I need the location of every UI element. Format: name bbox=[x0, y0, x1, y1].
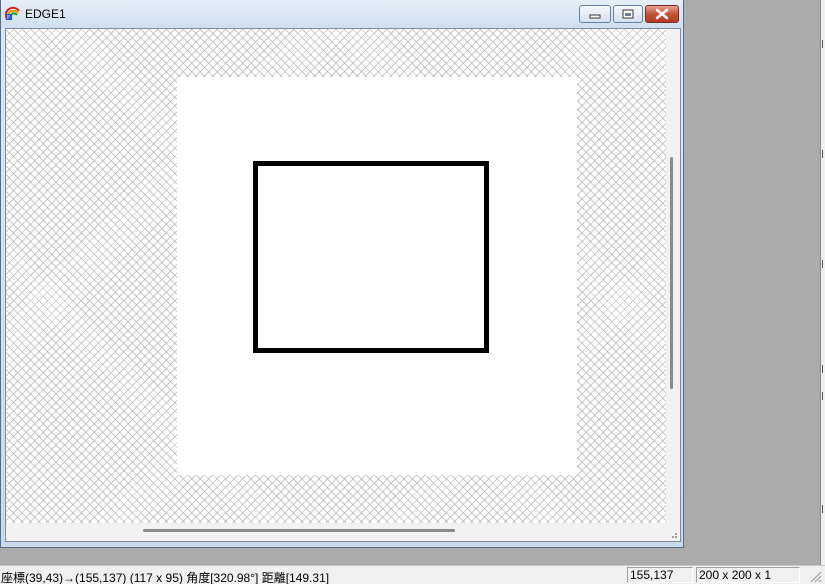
image-view-area[interactable] bbox=[5, 28, 681, 542]
horizontal-scroll-thumb[interactable] bbox=[143, 529, 455, 532]
close-button[interactable] bbox=[645, 5, 679, 23]
title-bar[interactable]: P EDGE1 bbox=[1, 0, 683, 28]
resize-grip-icon bbox=[672, 533, 677, 538]
restore-icon bbox=[622, 9, 634, 19]
status-bar: 座標(39,43)→(155,137) (117 x 95) 角度[320.98… bbox=[0, 565, 825, 584]
window-resize-grip[interactable] bbox=[666, 523, 680, 541]
image-size-pane: 200 x 200 x 1 bbox=[696, 567, 800, 583]
vertical-scrollbar[interactable] bbox=[666, 29, 680, 523]
image-canvas[interactable] bbox=[177, 77, 577, 475]
window-title: EDGE1 bbox=[25, 7, 66, 21]
minimize-icon bbox=[589, 14, 601, 19]
horizontal-scrollbar[interactable] bbox=[6, 523, 666, 541]
svg-text:P: P bbox=[7, 15, 10, 21]
drawn-rectangle[interactable] bbox=[253, 161, 489, 353]
cursor-position-pane: 155,137 bbox=[627, 567, 693, 583]
adjacent-window-edge bbox=[820, 0, 825, 565]
selection-info-text: 座標(39,43)→(155,137) (117 x 95) 角度[320.98… bbox=[1, 571, 330, 584]
vertical-scroll-thumb[interactable] bbox=[670, 157, 673, 389]
palette-icon[interactable]: P bbox=[5, 5, 21, 21]
minimize-button[interactable] bbox=[579, 5, 611, 23]
status-resize-grip-icon[interactable] bbox=[808, 569, 822, 583]
transparency-background bbox=[6, 29, 666, 523]
image-document-window: P EDGE1 bbox=[0, 0, 684, 548]
close-icon bbox=[655, 8, 669, 20]
restore-button[interactable] bbox=[613, 5, 643, 23]
